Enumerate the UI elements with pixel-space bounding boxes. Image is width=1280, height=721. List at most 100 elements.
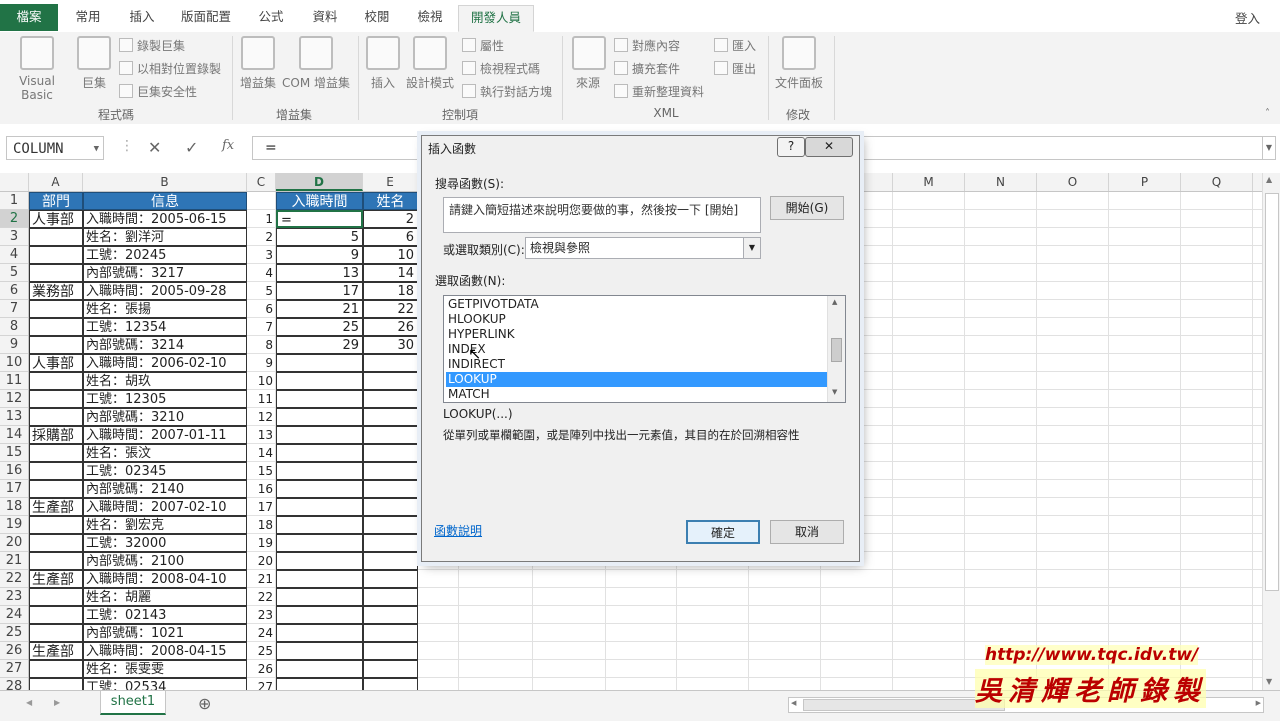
info-cell[interactable]: 姓名：劉洋河 <box>83 228 247 246</box>
close-button[interactable]: ✕ <box>805 137 853 157</box>
category-select[interactable]: 檢視與參照 ▼ <box>525 237 761 259</box>
row-header-15[interactable]: 15 <box>0 444 28 462</box>
dept-cell[interactable]: 業務部 <box>29 282 83 300</box>
index-cell[interactable]: 11 <box>247 390 276 408</box>
dept-cell[interactable] <box>29 246 83 264</box>
dept-cell[interactable] <box>29 372 83 390</box>
function-item-lookup[interactable]: LOOKUP <box>446 372 827 387</box>
hire-date-formula-cell[interactable] <box>276 354 363 372</box>
scroll-down-icon[interactable]: ▼ <box>832 388 837 396</box>
tab-file[interactable]: 檔案 <box>0 4 58 31</box>
info-cell[interactable]: 入職時間：2005-06-15 <box>83 210 247 228</box>
info-cell[interactable]: 工號：02143 <box>83 606 247 624</box>
scroll-down-icon[interactable]: ▼ <box>1266 677 1272 686</box>
hire-date-formula-cell[interactable] <box>276 408 363 426</box>
name-formula-cell[interactable]: 30 <box>363 336 418 354</box>
add-sheet-icon[interactable]: ⊕ <box>198 694 211 713</box>
column-header-d[interactable]: D <box>276 173 363 191</box>
tab-insert[interactable]: 插入 <box>116 5 168 30</box>
cancel-formula-button[interactable]: ✕ <box>148 138 161 157</box>
info-cell[interactable]: 內部號碼：2100 <box>83 552 247 570</box>
header-cell-name[interactable]: 姓名 <box>363 192 418 210</box>
dept-cell[interactable] <box>29 552 83 570</box>
tab-data[interactable]: 資料 <box>300 5 350 30</box>
run-dialog-button[interactable]: 執行對話方塊 <box>462 83 552 100</box>
header-cell-info[interactable]: 信息 <box>83 192 247 210</box>
scroll-thumb[interactable] <box>1265 193 1279 591</box>
dept-cell[interactable]: 生產部 <box>29 570 83 588</box>
hire-date-formula-cell[interactable] <box>276 606 363 624</box>
dept-cell[interactable] <box>29 408 83 426</box>
row-header-1[interactable]: 1 <box>0 192 28 210</box>
header-cell-dept[interactable]: 部門 <box>29 192 83 210</box>
hire-date-formula-cell[interactable] <box>276 498 363 516</box>
index-cell[interactable]: 6 <box>247 300 276 318</box>
name-formula-cell[interactable] <box>363 642 418 660</box>
index-cell[interactable]: 7 <box>247 318 276 336</box>
index-cell[interactable]: 10 <box>247 372 276 390</box>
hire-date-formula-cell[interactable]: 13 <box>276 264 363 282</box>
name-formula-cell[interactable] <box>363 660 418 678</box>
row-header-12[interactable]: 12 <box>0 390 28 408</box>
hire-date-formula-cell[interactable] <box>276 516 363 534</box>
dept-cell[interactable] <box>29 516 83 534</box>
search-function-input[interactable]: 請鍵入簡短描述來說明您要做的事，然後按一下 [開始] <box>443 197 761 233</box>
info-cell[interactable]: 入職時間：2005-09-28 <box>83 282 247 300</box>
index-cell[interactable]: 18 <box>247 516 276 534</box>
dept-cell[interactable] <box>29 480 83 498</box>
row-header-24[interactable]: 24 <box>0 606 28 624</box>
column-header-n[interactable]: N <box>965 173 1037 191</box>
collapse-ribbon-icon[interactable]: ˄ <box>1265 108 1270 119</box>
macro-security-button[interactable]: 巨集安全性 <box>119 83 197 100</box>
name-formula-cell[interactable]: 6 <box>363 228 418 246</box>
info-cell[interactable]: 入職時間：2006-02-10 <box>83 354 247 372</box>
hire-date-formula-cell[interactable]: 25 <box>276 318 363 336</box>
name-formula-cell[interactable] <box>363 678 418 690</box>
dept-cell[interactable] <box>29 462 83 480</box>
hire-date-formula-cell[interactable] <box>276 480 363 498</box>
index-cell[interactable]: 27 <box>247 678 276 690</box>
sheet-tab-sheet1[interactable]: sheet1 <box>100 691 166 715</box>
name-formula-cell[interactable]: 26 <box>363 318 418 336</box>
dept-cell[interactable] <box>29 660 83 678</box>
scroll-up-icon[interactable]: ▲ <box>1266 175 1272 184</box>
sheet-next-icon[interactable]: ▶ <box>54 698 60 707</box>
hire-date-formula-cell[interactable] <box>276 660 363 678</box>
name-formula-cell[interactable] <box>363 444 418 462</box>
hire-date-formula-cell[interactable] <box>276 390 363 408</box>
function-item-indirect[interactable]: INDIRECT <box>446 357 827 372</box>
row-header-17[interactable]: 17 <box>0 480 28 498</box>
info-cell[interactable]: 姓名：張汶 <box>83 444 247 462</box>
index-cell[interactable]: 20 <box>247 552 276 570</box>
name-formula-cell[interactable] <box>363 516 418 534</box>
dept-cell[interactable] <box>29 588 83 606</box>
row-header-2[interactable]: 2 <box>0 210 28 228</box>
row-header-18[interactable]: 18 <box>0 498 28 516</box>
info-cell[interactable]: 內部號碼：1021 <box>83 624 247 642</box>
function-list-scrollbar[interactable]: ▲ ▼ <box>827 296 845 402</box>
dept-cell[interactable] <box>29 606 83 624</box>
column-header-a[interactable]: A <box>29 173 83 191</box>
name-formula-cell[interactable]: 18 <box>363 282 418 300</box>
hire-date-formula-cell[interactable]: 29 <box>276 336 363 354</box>
go-button[interactable]: 開始(G) <box>770 196 844 220</box>
index-cell[interactable]: 1 <box>247 210 276 228</box>
name-formula-cell[interactable]: 22 <box>363 300 418 318</box>
function-item-getpivotdata[interactable]: GETPIVOTDATA <box>446 297 827 312</box>
row-header-27[interactable]: 27 <box>0 660 28 678</box>
row-header-25[interactable]: 25 <box>0 624 28 642</box>
expansion-packs-button[interactable]: 擴充套件 <box>614 60 680 77</box>
hire-date-formula-cell[interactable]: 21 <box>276 300 363 318</box>
dept-cell[interactable]: 生產部 <box>29 498 83 516</box>
dept-cell[interactable] <box>29 678 83 690</box>
hire-date-formula-cell[interactable] <box>276 444 363 462</box>
info-cell[interactable]: 入職時間：2007-02-10 <box>83 498 247 516</box>
index-cell[interactable]: 16 <box>247 480 276 498</box>
scroll-right-icon[interactable]: ▶ <box>1256 699 1261 707</box>
column-header-q[interactable]: Q <box>1181 173 1253 191</box>
tab-home[interactable]: 常用 <box>62 5 114 30</box>
index-cell[interactable]: 8 <box>247 336 276 354</box>
name-formula-cell[interactable]: 14 <box>363 264 418 282</box>
insert-function-button[interactable]: fx <box>222 138 234 153</box>
hire-date-formula-cell[interactable] <box>276 642 363 660</box>
